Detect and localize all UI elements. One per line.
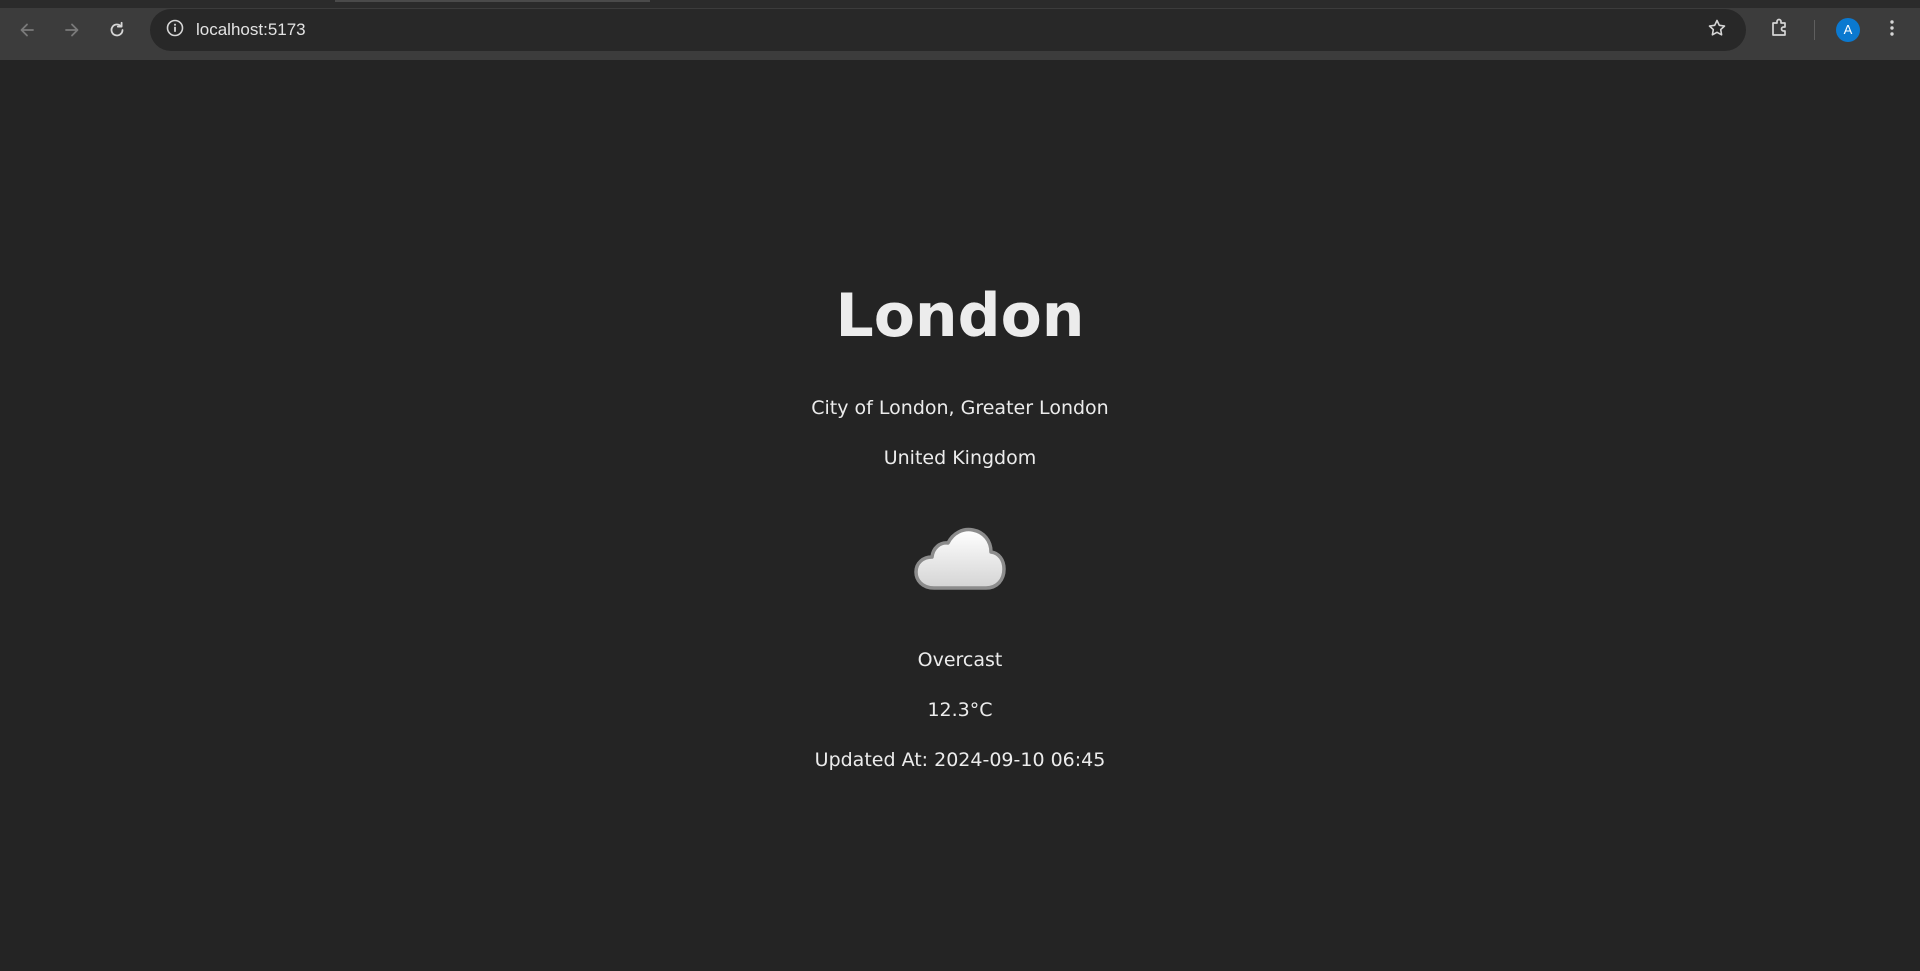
- reload-button[interactable]: [101, 14, 133, 46]
- profile-avatar[interactable]: A: [1836, 18, 1860, 42]
- page-content: London City of London, Greater London Un…: [0, 60, 1920, 971]
- browser-menu-button[interactable]: [1876, 14, 1908, 46]
- cloud-icon: [912, 522, 1008, 598]
- temperature-text: 12.3°C: [927, 699, 993, 721]
- arrow-left-icon: [17, 20, 37, 40]
- active-tab-indicator: [335, 0, 650, 2]
- reload-icon: [107, 20, 127, 40]
- star-icon: [1707, 18, 1727, 42]
- city-name: London: [835, 281, 1085, 351]
- region-text: City of London, Greater London: [811, 397, 1109, 419]
- url-text[interactable]: localhost:5173: [196, 9, 306, 51]
- back-button[interactable]: [11, 14, 43, 46]
- info-icon: [165, 18, 185, 42]
- condition-text: Overcast: [917, 649, 1003, 671]
- toolbar-divider: [1814, 20, 1815, 40]
- forward-button[interactable]: [56, 14, 88, 46]
- browser-toolbar: localhost:5173 A: [0, 0, 1920, 60]
- tab-strip: [0, 0, 1920, 8]
- kebab-menu-icon: [1882, 18, 1902, 42]
- site-info-button[interactable]: [160, 15, 190, 45]
- country-text: United Kingdom: [883, 447, 1037, 469]
- updated-timestamp: Updated At: 2024-09-10 06:45: [814, 749, 1106, 771]
- extensions-button[interactable]: [1764, 14, 1796, 46]
- puzzle-icon: [1769, 17, 1791, 43]
- bookmark-button[interactable]: [1702, 15, 1732, 45]
- arrow-right-icon: [62, 20, 82, 40]
- address-bar[interactable]: localhost:5173: [150, 9, 1746, 51]
